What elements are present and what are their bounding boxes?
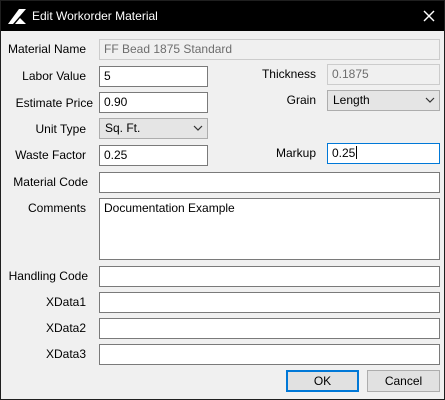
- text-caret: [356, 146, 358, 159]
- xdata3-field[interactable]: [99, 344, 440, 365]
- estimate-price-label: Estimate Price: [15, 96, 93, 110]
- app-logo-icon: [7, 7, 27, 25]
- material-code-field[interactable]: [99, 172, 440, 193]
- material-code-label: Material Code: [13, 175, 88, 189]
- grain-select-value: Length: [333, 93, 370, 107]
- comments-label: Comments: [27, 201, 86, 215]
- close-icon: [423, 10, 435, 22]
- window-title: Edit Workorder Material: [32, 9, 158, 23]
- handling-code-field[interactable]: [99, 266, 440, 287]
- thickness-field: 0.1875: [327, 64, 440, 85]
- labor-value-label: Labor Value: [22, 69, 86, 83]
- chevron-down-icon: [193, 125, 203, 131]
- thickness-label: Thickness: [261, 67, 316, 81]
- grain-select[interactable]: Length: [327, 90, 440, 111]
- xdata2-label: XData2: [45, 321, 86, 335]
- markup-label: Markup: [275, 146, 316, 160]
- unit-type-select[interactable]: Sq. Ft.: [99, 118, 208, 139]
- handling-code-label: Handling Code: [8, 269, 88, 283]
- edit-workorder-material-dialog: Edit Workorder Material Material Name FF…: [0, 0, 445, 400]
- xdata1-label: XData1: [45, 295, 86, 309]
- waste-factor-label: Waste Factor: [15, 148, 86, 162]
- comments-field[interactable]: Documentation Example: [99, 198, 440, 260]
- waste-factor-field[interactable]: 0.25: [99, 145, 208, 166]
- xdata2-field[interactable]: [99, 318, 440, 339]
- labor-value-field[interactable]: 5: [99, 66, 208, 87]
- xdata1-field[interactable]: [99, 292, 440, 313]
- xdata3-label: XData3: [45, 347, 86, 361]
- title-bar[interactable]: Edit Workorder Material: [1, 1, 444, 31]
- material-name-label: Material Name: [7, 42, 86, 56]
- ok-button[interactable]: OK: [286, 370, 359, 392]
- unit-type-label: Unit Type: [35, 122, 86, 136]
- markup-value: 0.25: [332, 146, 356, 160]
- unit-type-select-value: Sq. Ft.: [105, 121, 141, 135]
- close-button[interactable]: [414, 1, 444, 31]
- cancel-button[interactable]: Cancel: [367, 370, 440, 392]
- markup-field[interactable]: 0.25: [327, 143, 440, 164]
- grain-label: Grain: [286, 93, 316, 107]
- material-name-field: FF Bead 1875 Standard: [99, 39, 440, 60]
- estimate-price-field[interactable]: 0.90: [99, 92, 208, 113]
- chevron-down-icon: [425, 97, 435, 103]
